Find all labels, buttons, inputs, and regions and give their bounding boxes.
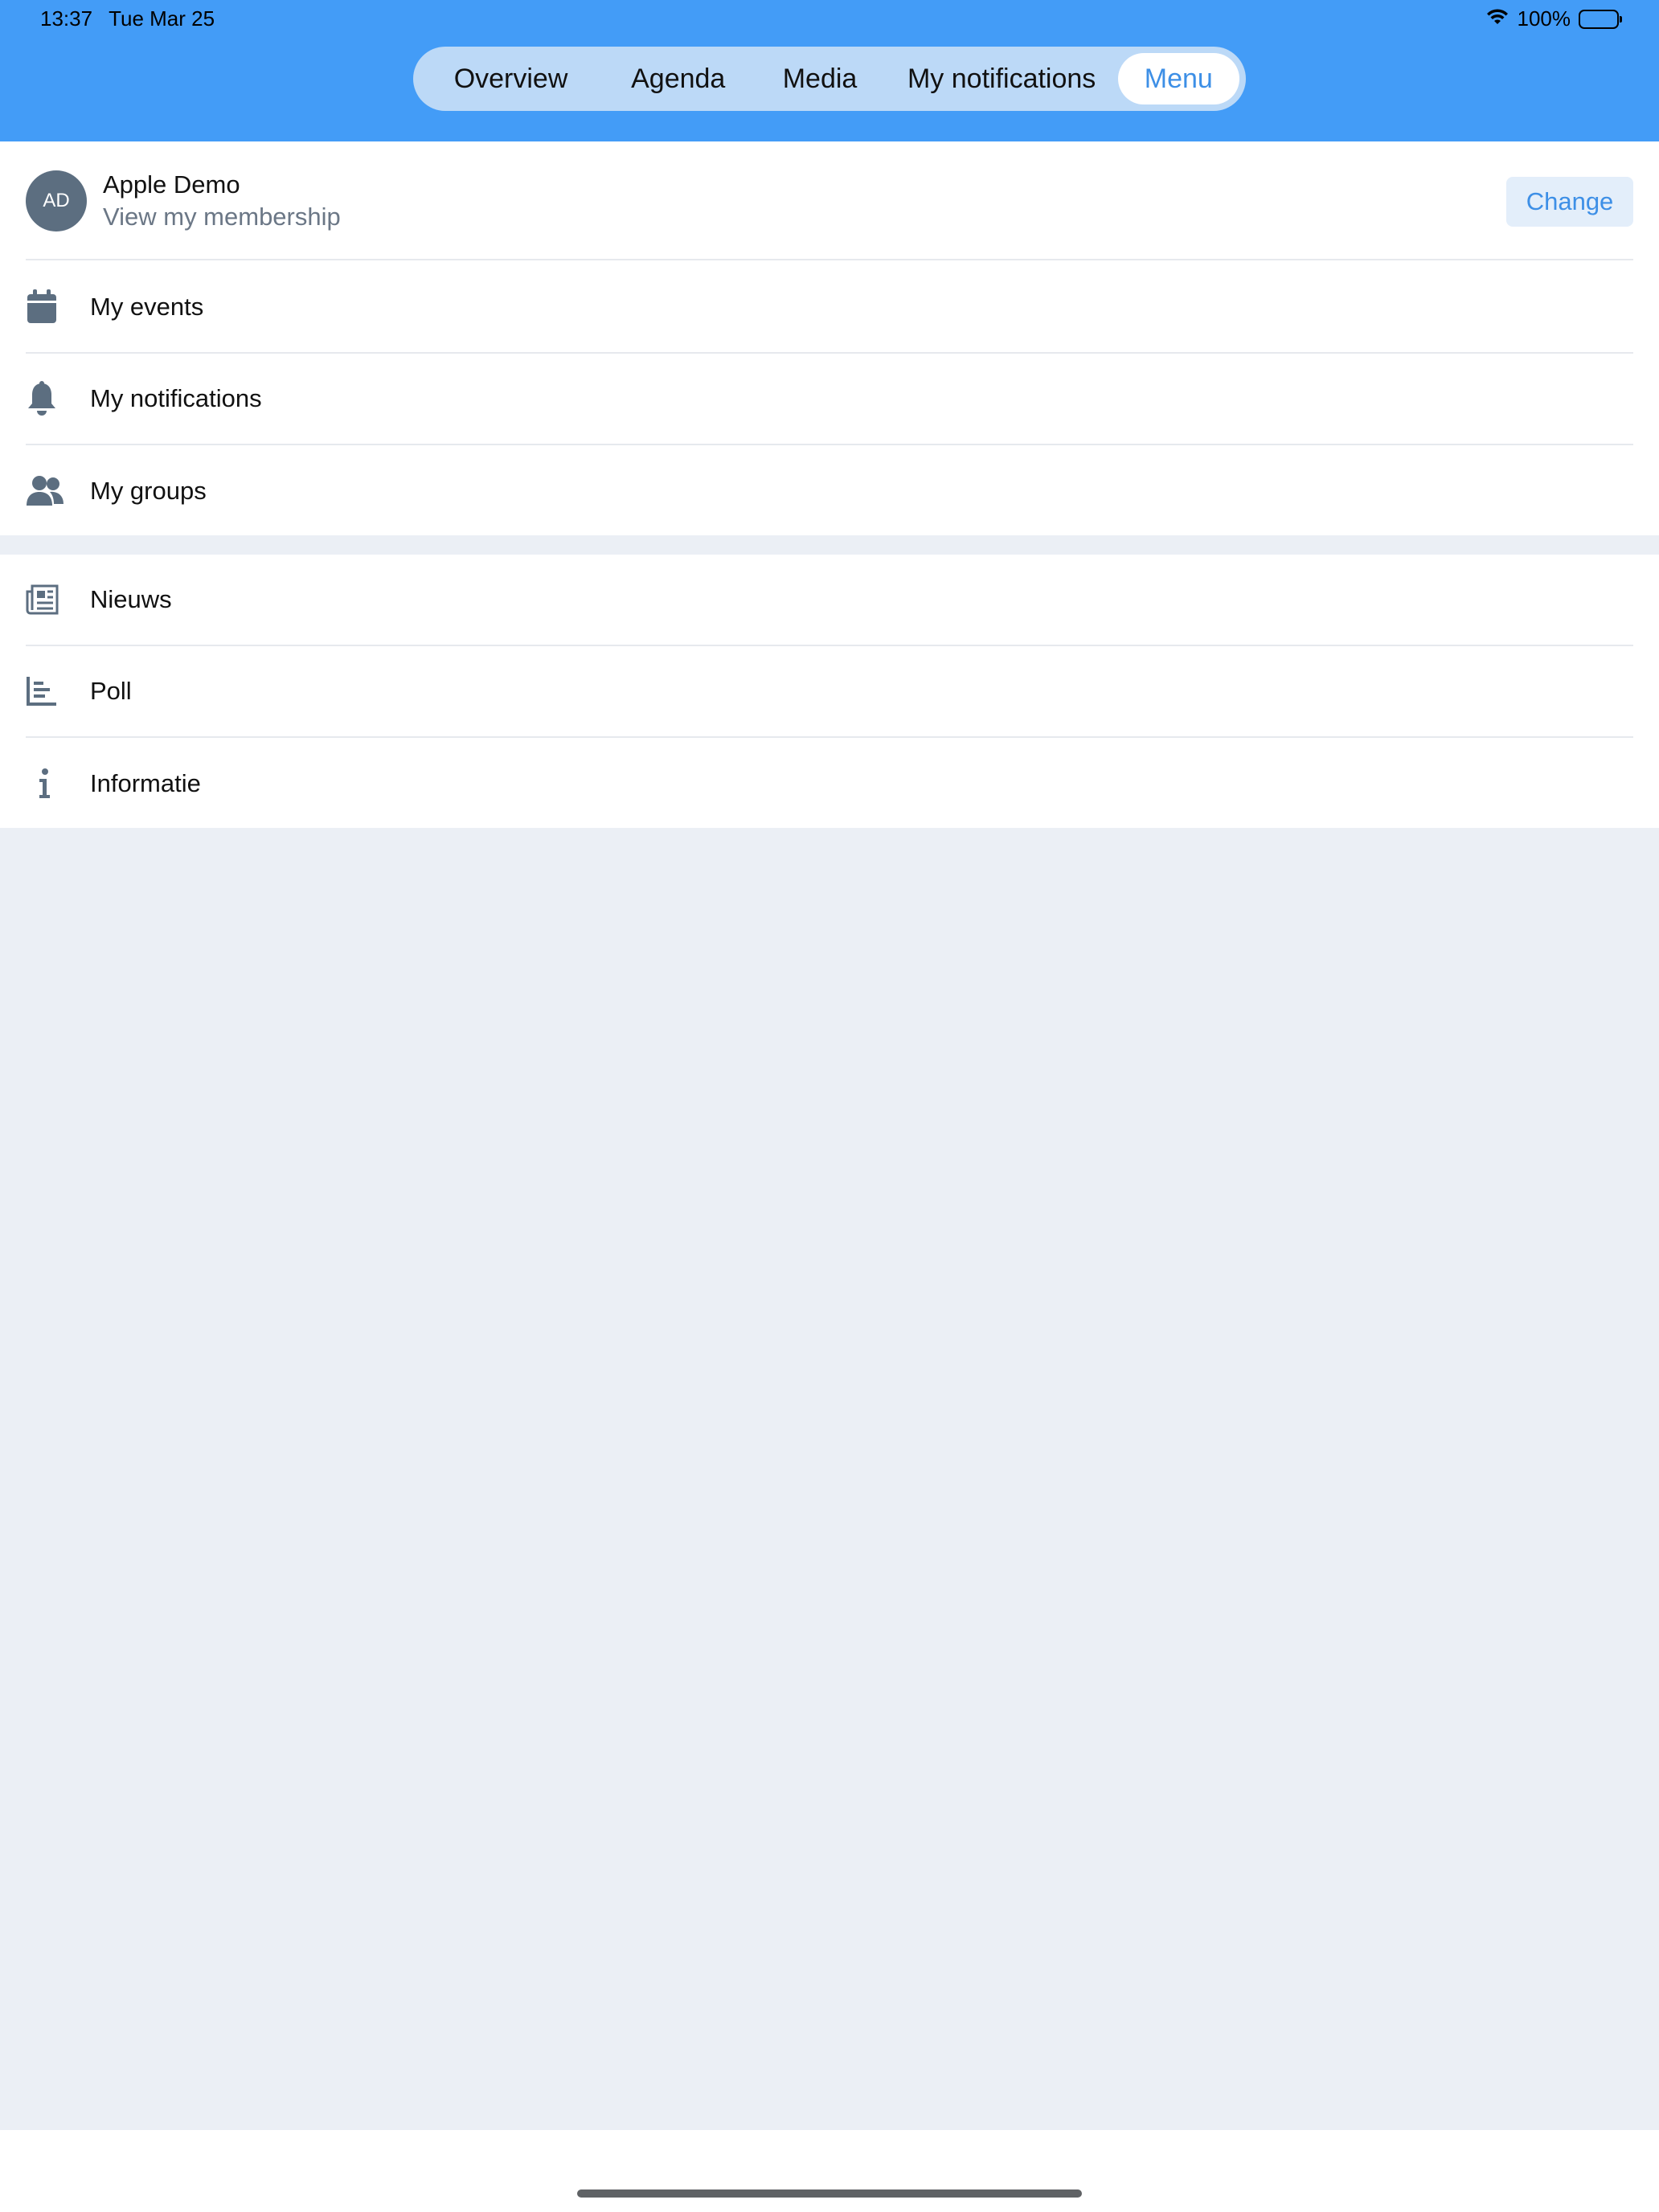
- home-indicator[interactable]: [577, 2189, 1082, 2198]
- tab-overview[interactable]: Overview: [420, 53, 602, 104]
- status-bar: 13:37 Tue Mar 25 100%: [0, 0, 1659, 39]
- change-button[interactable]: Change: [1506, 177, 1633, 227]
- menu-item-label: My notifications: [90, 384, 262, 412]
- users-icon: [26, 471, 90, 511]
- menu-item-my-notifications[interactable]: My notifications: [26, 354, 1633, 445]
- menu-item-poll[interactable]: Poll: [26, 646, 1633, 738]
- avatar: AD: [26, 170, 87, 231]
- wifi-icon: [1485, 6, 1509, 31]
- modules-section: Nieuws Poll Informatie: [0, 555, 1659, 828]
- tab-my-notifications[interactable]: My notifications: [886, 53, 1118, 104]
- menu-item-label: Poll: [90, 677, 132, 705]
- view-membership-link[interactable]: View my membership: [103, 203, 341, 231]
- bar-chart-icon: [26, 671, 90, 711]
- calendar-icon: [26, 287, 90, 327]
- menu-item-label: My groups: [90, 477, 207, 505]
- battery-icon: [1579, 9, 1622, 29]
- tab-agenda[interactable]: Agenda: [602, 53, 754, 104]
- tab-media[interactable]: Media: [754, 53, 885, 104]
- personal-section: AD Apple Demo View my membership Change …: [0, 141, 1659, 535]
- profile-name: Apple Demo: [103, 170, 240, 199]
- bell-icon: [26, 379, 90, 419]
- bottom-safe-area: [0, 2130, 1659, 2212]
- tab-menu[interactable]: Menu: [1117, 53, 1239, 104]
- tab-bar: Overview Agenda Media My notifications M…: [413, 47, 1246, 111]
- info-icon: [26, 764, 90, 804]
- menu-item-label: My events: [90, 293, 204, 321]
- menu-item-label: Nieuws: [90, 585, 172, 613]
- profile-row[interactable]: AD Apple Demo View my membership Change: [26, 141, 1633, 260]
- newspaper-icon: [26, 580, 90, 620]
- status-time: 13:37: [40, 6, 93, 31]
- menu-item-nieuws[interactable]: Nieuws: [26, 555, 1633, 646]
- menu-item-my-groups[interactable]: My groups: [26, 445, 1633, 537]
- app-header: 13:37 Tue Mar 25 100% Overview Agenda Me…: [0, 0, 1659, 141]
- status-date: Tue Mar 25: [109, 6, 215, 31]
- menu-item-my-events[interactable]: My events: [26, 262, 1633, 354]
- menu-item-informatie[interactable]: Informatie: [26, 738, 1633, 830]
- battery-percent: 100%: [1517, 6, 1571, 31]
- menu-item-label: Informatie: [90, 769, 201, 797]
